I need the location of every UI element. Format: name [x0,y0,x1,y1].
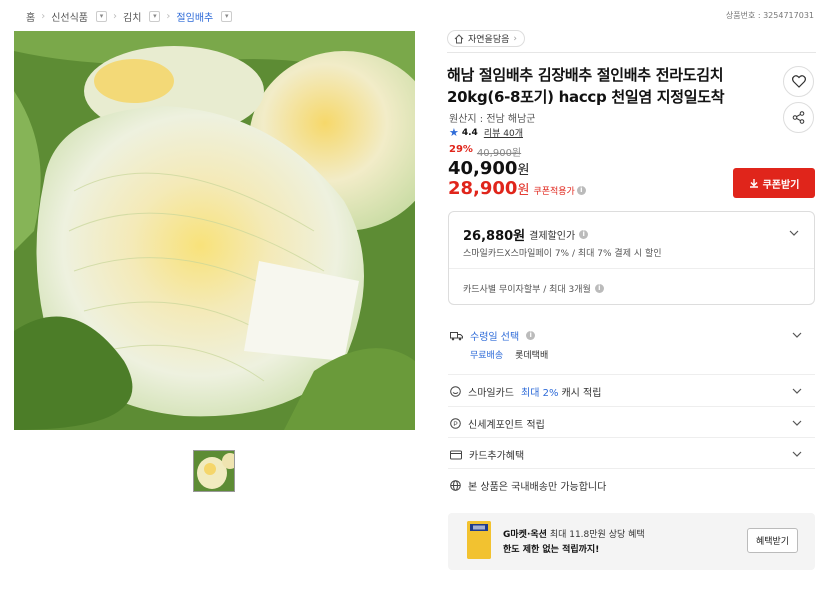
payment-benefit-price: 26,880원 [463,229,526,244]
smile-card-suffix: 캐시 적립 [561,388,602,399]
breadcrumb-salted-cabbage[interactable]: 절임배추 [176,9,213,24]
heart-icon [791,75,806,88]
free-shipping-text: 무료배송 [470,351,504,361]
smile-card-row: 스마일카드 최대 2% 캐시 적립 [450,384,601,399]
coupon-price: 28,900원 쿠폰적용가 i [448,178,586,199]
info-icon[interactable]: i [579,230,589,239]
divider [449,268,814,269]
chevron-down-icon[interactable] [792,449,802,459]
domestic-shipping-note: 본 상품은 국내배송만 가능합니다 [450,478,606,493]
smile-icon [450,386,461,397]
coupon-price-label: 쿠폰적용가 [533,187,575,197]
share-icon [792,111,805,124]
smile-card-section[interactable]: 스마일카드 최대 2% 캐시 적립 [448,375,815,407]
breadcrumb-separator: › [113,11,118,22]
chevron-down-icon[interactable] [792,386,802,396]
store-name: 자연을담음 [468,35,510,45]
card-extra-section[interactable]: 카드추가혜택 [448,438,815,469]
divider [447,52,816,53]
payment-benefit-row: 26,880원 결제할인가 i [463,225,589,244]
promo-line-2: 한도 제한 없는 적립까지! [503,545,600,555]
chevron-right-icon: › [513,33,518,44]
share-button[interactable] [783,102,814,133]
installment-text: 카드사별 무이자할부 / 최대 3개월 [463,285,591,295]
shipping-details: 무료배송 롯데택배 [470,348,548,361]
installment-row: 카드사별 무이자할부 / 최대 3개월 i [463,282,604,295]
sale-price: 40,900원 [448,158,529,179]
product-thumbnail[interactable] [193,450,235,492]
download-icon [749,179,758,188]
coupon-price-unit: 원 [517,183,530,198]
sale-price-number: 40,900 [448,158,518,179]
reviews-link[interactable]: 리뷰 40개 [484,126,523,139]
info-icon[interactable]: i [576,186,586,195]
card-extra-row: 카드추가혜택 [450,447,524,462]
coupon-button-label: 쿠폰받기 [762,179,800,191]
discount-line: 29% 40,900원 [449,144,521,159]
product-number: 상품번호 : 3254717031 [725,11,814,20]
wishlist-button[interactable] [783,66,814,97]
point-icon: P [450,418,461,429]
svg-text:P: P [453,421,457,428]
origin-text: 원산지 : 전남 해남군 [449,114,536,125]
sale-price-unit: 원 [517,163,530,178]
card-icon [450,450,462,459]
promo-brand: G마켓·옥션 [503,530,547,540]
shinsegae-point-section[interactable]: P 신세계포인트 적립 [448,407,815,438]
chevron-down-icon[interactable]: ▾ [221,11,233,22]
breadcrumb-fresh-food[interactable]: 신선식품 [51,9,88,24]
info-icon[interactable]: i [526,331,536,340]
get-benefit-button[interactable]: 혜택받기 [747,528,798,553]
rating: ★ 4.4 리뷰 40개 [449,126,523,139]
card-extra-label: 카드추가혜택 [469,451,525,462]
payment-benefit-label: 결제할인가 [529,231,576,242]
globe-icon [450,480,461,491]
chevron-down-icon[interactable]: ▾ [96,11,108,22]
payment-benefit-detail: 스마일카드X스마일페이 7% / 최대 7% 결제 시 할인 [463,249,662,259]
smile-card-prefix: 스마일카드 [468,388,514,399]
product-main-image[interactable] [14,31,415,430]
breadcrumb-separator: › [41,11,46,22]
chevron-down-icon[interactable]: ▾ [149,11,161,22]
chevron-down-icon[interactable] [789,228,799,238]
truck-icon [450,331,463,340]
coupon-price-number: 28,900 [448,178,518,199]
chevron-down-icon[interactable] [792,418,802,428]
breadcrumb-kimchi[interactable]: 김치 [123,9,141,24]
breadcrumb-home[interactable]: 홈 [26,9,35,24]
rating-score: 4.4 [461,127,478,138]
domestic-shipping-text: 본 상품은 국내배송만 가능합니다 [468,482,607,493]
shipping-section[interactable]: 수령일 선택 i [448,317,815,375]
delivery-date-select[interactable]: 수령일 선택 [470,328,519,343]
payment-benefit-box[interactable]: 26,880원 결제할인가 i 스마일카드X스마일페이 7% / 최대 7% 결… [448,211,815,305]
info-icon[interactable]: i [594,284,604,293]
gmarket-card-logo [467,521,491,559]
coupon-download-button[interactable]: 쿠폰받기 [733,168,815,198]
promo-line-1: G마켓·옥션 최대 11.8만원 상당 혜택 [503,527,645,540]
shinsegae-row: P 신세계포인트 적립 [450,416,545,431]
chevron-down-icon[interactable] [792,330,802,340]
product-title: 해남 절임배추 김장배추 절인배추 전라도김치 20kg(6-8포기) hacc… [447,66,725,106]
promo-benefit: 최대 11.8만원 상당 혜택 [549,530,645,540]
breadcrumb-separator: › [166,11,171,22]
courier-text: 롯데택배 [515,351,549,361]
original-price: 40,900원 [476,148,522,159]
shipping-label-row: 수령일 선택 i [450,328,536,343]
breadcrumb: 홈 › 신선식품 ▾ › 김치 ▾ › 절임배추 ▾ [26,9,233,24]
shinsegae-label: 신세계포인트 적립 [468,420,545,431]
promo-banner: G마켓·옥션 최대 11.8만원 상당 혜택 한도 제한 없는 적립까지! 혜택… [448,513,815,570]
smile-card-highlight: 최대 2% [521,388,559,399]
star-icon: ★ [449,126,459,139]
store-link[interactable]: 자연을담음 › [447,30,526,47]
store-home-icon [454,33,464,43]
discount-percent: 29% [449,144,473,155]
